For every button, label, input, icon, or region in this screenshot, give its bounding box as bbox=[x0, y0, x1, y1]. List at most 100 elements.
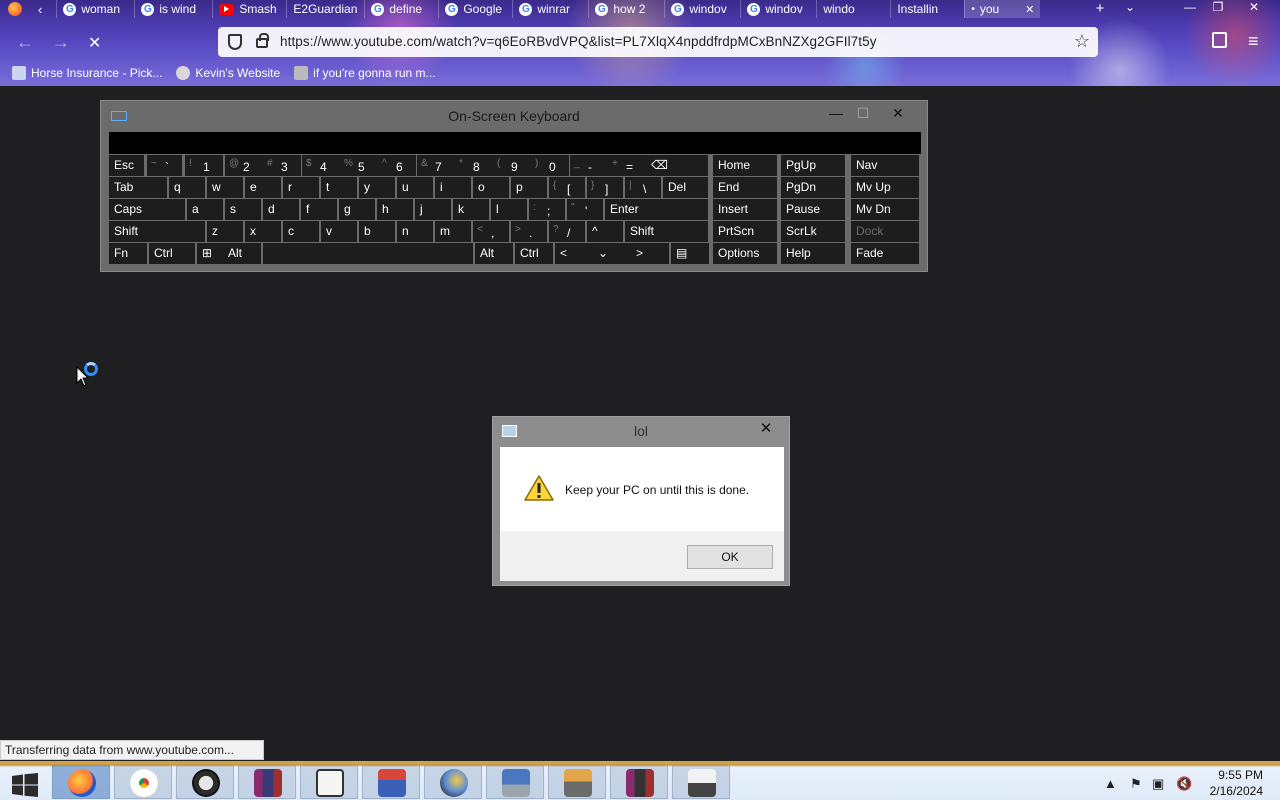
browser-tab[interactable]: Installin bbox=[890, 0, 964, 18]
osk-key[interactable]: ⌄ bbox=[593, 243, 631, 264]
minimize-window-button[interactable]: — bbox=[1178, 0, 1202, 14]
taskbar-button-winrar-2[interactable] bbox=[610, 765, 668, 799]
tab-list-button[interactable]: ⌄ bbox=[1118, 0, 1142, 14]
taskbar-button-firefox[interactable] bbox=[52, 765, 110, 799]
clock[interactable]: 9:55 PM 2/16/2024 bbox=[1210, 767, 1263, 799]
osk-key[interactable]: Esc bbox=[109, 155, 144, 176]
osk-key[interactable]: Ctrl bbox=[515, 243, 553, 264]
maximize-window-button[interactable]: ❐ bbox=[1206, 0, 1230, 14]
osk-key[interactable]: j bbox=[415, 199, 451, 220]
osk-key[interactable]: @2 bbox=[225, 155, 263, 176]
close-window-button[interactable]: ✕ bbox=[1242, 0, 1266, 14]
browser-tab[interactable]: • you ✕ bbox=[964, 0, 1041, 18]
osk-key[interactable]: (9 bbox=[493, 155, 531, 176]
taskbar-button-brush[interactable] bbox=[424, 765, 482, 799]
osk-maximize-button[interactable]: ☐ bbox=[850, 103, 876, 123]
osk-key[interactable]: % 5 bbox=[340, 155, 378, 176]
osk-key[interactable]: Del bbox=[663, 177, 708, 198]
browser-tab[interactable]: Gwoman bbox=[56, 0, 134, 18]
osk-key[interactable]: q bbox=[169, 177, 205, 198]
osk-key[interactable]: < bbox=[555, 243, 593, 264]
osk-key[interactable]: <, bbox=[473, 221, 509, 242]
osk-key[interactable]: " ' bbox=[567, 199, 603, 220]
osk-key[interactable]: r bbox=[283, 177, 319, 198]
osk-key[interactable]: v bbox=[321, 221, 357, 242]
back-button[interactable]: ← bbox=[16, 32, 34, 53]
osk-key[interactable]: b bbox=[359, 221, 395, 242]
osk-nav-key[interactable]: Pause bbox=[781, 199, 845, 220]
bookmark-item[interactable]: Kevin's Website bbox=[176, 66, 280, 80]
taskbar-button-scanner[interactable] bbox=[486, 765, 544, 799]
osk-key[interactable]: > bbox=[631, 243, 669, 264]
osk-key[interactable]: m bbox=[435, 221, 471, 242]
flag-icon[interactable]: ⚑ bbox=[1130, 776, 1142, 792]
lock-icon[interactable] bbox=[256, 33, 269, 48]
osk-key[interactable]: i bbox=[435, 177, 471, 198]
browser-tab[interactable]: G Google bbox=[438, 0, 512, 18]
network-icon[interactable]: ▣ bbox=[1152, 776, 1164, 792]
osk-key[interactable]: ^ 6 bbox=[378, 155, 416, 176]
osk-nav-key[interactable]: PrtScn bbox=[713, 221, 777, 242]
osk-key[interactable]: l bbox=[491, 199, 527, 220]
osk-key[interactable]: u bbox=[397, 177, 433, 198]
osk-key[interactable]: s bbox=[225, 199, 261, 220]
osk-nav-key[interactable]: Home bbox=[713, 155, 777, 176]
osk-key[interactable]: ) 0 bbox=[531, 155, 569, 176]
osk-key[interactable]: _ - bbox=[570, 155, 608, 176]
browser-tab[interactable]: Gwinrar bbox=[512, 0, 588, 18]
osk-nav-key[interactable]: Mv Dn bbox=[851, 199, 919, 220]
osk-nav-key[interactable]: Help bbox=[781, 243, 845, 264]
taskbar-button-chrome[interactable] bbox=[114, 765, 172, 799]
taskbar-button-winrar[interactable] bbox=[238, 765, 296, 799]
close-tab-icon[interactable]: ✕ bbox=[1025, 3, 1034, 16]
osk-key[interactable] bbox=[263, 243, 473, 264]
osk-key[interactable]: p bbox=[511, 177, 547, 198]
stop-loading-button[interactable]: ✕ bbox=[88, 33, 101, 53]
osk-key[interactable]: a bbox=[187, 199, 223, 220]
browser-tab[interactable]: Gwindov bbox=[664, 0, 740, 18]
menu-icon[interactable]: ≡ bbox=[1248, 31, 1259, 52]
bookmark-item[interactable]: Horse Insurance - Pick... bbox=[12, 66, 162, 80]
osk-key[interactable]: {[ bbox=[549, 177, 585, 198]
osk-key[interactable]: $4 bbox=[302, 155, 340, 176]
osk-key[interactable]: + = bbox=[608, 155, 646, 176]
address-bar[interactable]: https://www.youtube.com/watch?v=q6EoRBvd… bbox=[218, 27, 1098, 57]
osk-minimize-button[interactable]: — bbox=[823, 103, 849, 123]
osk-nav-key[interactable]: PgDn bbox=[781, 177, 845, 198]
osk-key[interactable]: t bbox=[321, 177, 357, 198]
osk-title-bar[interactable]: On-Screen Keyboard — ☐ ✕ bbox=[101, 101, 927, 131]
osk-key[interactable]: c bbox=[283, 221, 319, 242]
osk-nav-key[interactable]: End bbox=[713, 177, 777, 198]
firefox-icon[interactable] bbox=[8, 2, 22, 16]
browser-tab[interactable]: Ghow 2 bbox=[588, 0, 664, 18]
osk-key[interactable]: #3 bbox=[263, 155, 301, 176]
osk-key[interactable]: n bbox=[397, 221, 433, 242]
osk-close-button[interactable]: ✕ bbox=[885, 103, 911, 123]
taskbar-button-paint[interactable] bbox=[362, 765, 420, 799]
osk-nav-key[interactable]: ScrLk bbox=[781, 221, 845, 242]
osk-key[interactable]: ⌫ bbox=[646, 155, 708, 176]
dialog-title-bar[interactable]: lol ✕ bbox=[493, 417, 789, 445]
osk-key[interactable]: Ctrl bbox=[149, 243, 195, 264]
taskbar-button-tools[interactable] bbox=[672, 765, 730, 799]
osk-key[interactable]: f bbox=[301, 199, 337, 220]
osk-key[interactable]: e bbox=[245, 177, 281, 198]
osk-key[interactable]: h bbox=[377, 199, 413, 220]
osk-key[interactable]: :; bbox=[529, 199, 565, 220]
taskbar-button-clock[interactable] bbox=[176, 765, 234, 799]
osk-key[interactable]: ▤ bbox=[671, 243, 709, 264]
osk-key[interactable]: g bbox=[339, 199, 375, 220]
bookmark-item[interactable]: if you're gonna run m... bbox=[294, 66, 436, 80]
osk-nav-key[interactable]: Insert bbox=[713, 199, 777, 220]
osk-key[interactable]: ^ bbox=[587, 221, 623, 242]
browser-tab[interactable]: windo bbox=[816, 0, 890, 18]
ok-button[interactable]: OK bbox=[687, 545, 773, 569]
osk-key[interactable]: k bbox=[453, 199, 489, 220]
osk-nav-key[interactable]: Mv Up bbox=[851, 177, 919, 198]
browser-tab[interactable]: Gwindov bbox=[740, 0, 816, 18]
osk-key[interactable]: w bbox=[207, 177, 243, 198]
browser-tab[interactable]: Gdefine bbox=[364, 0, 438, 18]
osk-key[interactable]: Tab bbox=[109, 177, 167, 198]
browser-tab[interactable]: Smash bbox=[212, 0, 286, 18]
new-tab-button[interactable]: + bbox=[1088, 0, 1112, 17]
